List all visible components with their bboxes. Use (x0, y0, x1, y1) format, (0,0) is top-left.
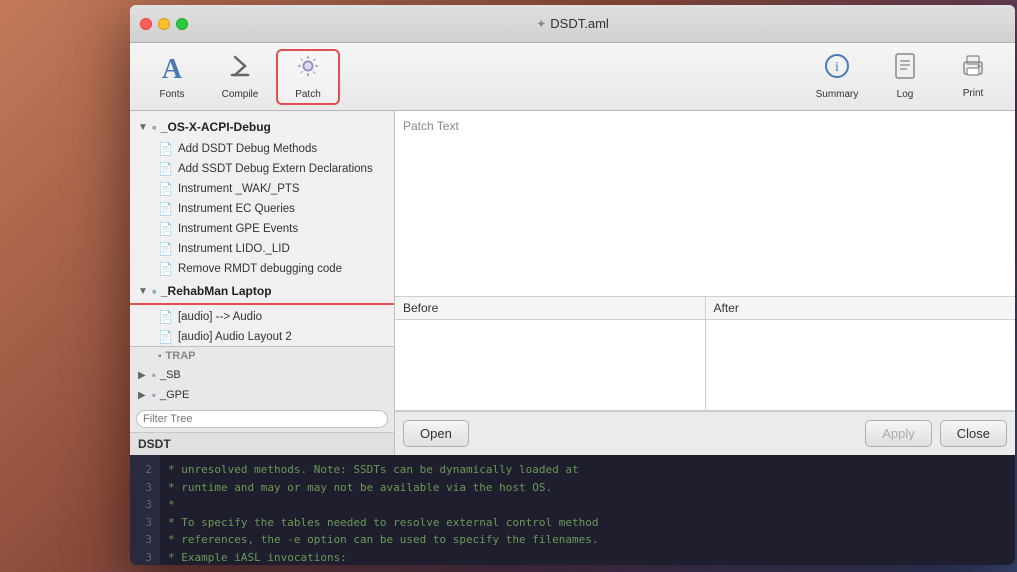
sidebar-bottom-row-gpe[interactable]: ▶ ▪ _GPE (130, 385, 394, 405)
filter-row (130, 405, 394, 433)
line-numbers: 2 3 3 3 3 3 3 (130, 455, 160, 565)
fonts-label: Fonts (159, 89, 184, 100)
window-title: ✦ DSDT.aml (536, 16, 609, 31)
sidebar-group-rehabman[interactable]: ▼ ▪ _RehabMan Laptop (130, 279, 394, 305)
list-item[interactable]: 📄 Instrument GPE Events (130, 219, 394, 239)
patch-text-area[interactable]: Patch Text (395, 111, 1015, 297)
patch-icon (295, 53, 321, 86)
code-line: * references, the -e option can be used … (168, 531, 1007, 549)
summary-icon: i (824, 53, 850, 86)
code-line: * To specify the tables needed to resolv… (168, 514, 1007, 532)
close-dialog-button[interactable]: Close (940, 420, 1007, 447)
traffic-lights (140, 18, 188, 30)
code-section: 2 3 3 3 3 3 3 * unresolved methods. Note… (130, 455, 1015, 565)
file-icon: 📄 (158, 142, 173, 156)
toolbar-print[interactable]: Print (941, 49, 1005, 105)
sidebar-footer: DSDT (130, 433, 394, 455)
file-icon: 📄 (158, 310, 173, 324)
print-icon (960, 54, 986, 85)
toolbar-patch[interactable]: Patch (276, 49, 340, 105)
list-item[interactable]: 📄 [audio] --> Audio (130, 307, 394, 327)
right-panel: Patch Text Before After Open Apply Close (395, 111, 1015, 455)
fonts-icon: A (162, 54, 182, 86)
trap-icon: ▪ (158, 351, 162, 362)
titlebar: ✦ DSDT.aml (130, 5, 1015, 43)
log-label: Log (897, 89, 914, 100)
summary-label: Summary (816, 89, 859, 100)
toolbar-fonts[interactable]: A Fonts (140, 49, 204, 105)
group-label-1: _OS-X-ACPI-Debug (161, 120, 271, 134)
file-icon: 📄 (158, 182, 173, 196)
sidebar-bottom: ▪ TRAP ▶ ▪ _SB ▶ ▪ _GPE DSDT (130, 346, 394, 455)
open-button[interactable]: Open (403, 420, 469, 447)
file-icon: 📄 (158, 202, 173, 216)
folder-icon-1: ▪ (152, 119, 157, 135)
sidebar-bottom-row-trap[interactable]: ▪ TRAP (130, 347, 394, 365)
code-line: * (168, 496, 1007, 514)
folder-icon-2: ▪ (152, 283, 157, 299)
toolbar-compile[interactable]: Compile (208, 49, 272, 105)
minimize-button[interactable] (158, 18, 170, 30)
before-after-content (395, 320, 1015, 410)
code-line: * unresolved methods. Note: SSDTs can be… (168, 461, 1007, 479)
patch-text-placeholder: Patch Text (403, 119, 459, 133)
sb-folder-icon: ▪ (152, 368, 156, 382)
toolbar-summary[interactable]: i Summary (805, 49, 869, 105)
toolbar-log[interactable]: Log (873, 49, 937, 105)
after-col-header: After (706, 297, 1016, 319)
file-icon: 📄 (158, 262, 173, 276)
list-item[interactable]: 📄 Instrument EC Queries (130, 199, 394, 219)
group-arrow-1: ▼ (138, 122, 148, 133)
gpe-arrow: ▶ (138, 390, 146, 401)
filter-input[interactable] (136, 410, 388, 428)
toolbar: A Fonts Compile (130, 43, 1015, 111)
file-icon: 📄 (158, 330, 173, 344)
before-col-header: Before (395, 297, 706, 319)
title-icon: ✦ (536, 17, 546, 31)
sidebar-group-acpi-debug[interactable]: ▼ ▪ _OS-X-ACPI-Debug (130, 115, 394, 139)
patch-label: Patch (295, 89, 321, 100)
gpe-folder-icon: ▪ (152, 388, 156, 402)
code-line: * runtime and may or may not be availabl… (168, 479, 1007, 497)
list-item[interactable]: 📄 [audio] Audio Layout 2 (130, 327, 394, 346)
group-label-2: _RehabMan Laptop (161, 284, 272, 298)
list-item[interactable]: 📄 Remove RMDT debugging code (130, 259, 394, 279)
list-item[interactable]: 📄 Add SSDT Debug Extern Declarations (130, 159, 394, 179)
file-icon: 📄 (158, 242, 173, 256)
sb-arrow: ▶ (138, 370, 146, 381)
code-line: * Example iASL invocations: (168, 549, 1007, 565)
sidebar-bottom-row-sb[interactable]: ▶ ▪ _SB (130, 365, 394, 385)
compile-icon (227, 53, 253, 86)
main-content: ▼ ▪ _OS-X-ACPI-Debug 📄 Add DSDT Debug Me… (130, 111, 1015, 455)
compile-label: Compile (222, 89, 259, 100)
sidebar-list: ▼ ▪ _OS-X-ACPI-Debug 📄 Add DSDT Debug Me… (130, 111, 394, 346)
list-item[interactable]: 📄 Add DSDT Debug Methods (130, 139, 394, 159)
main-window: ✦ DSDT.aml A Fonts Compile (130, 5, 1015, 565)
action-bar: Open Apply Close (395, 411, 1015, 455)
sidebar: ▼ ▪ _OS-X-ACPI-Debug 📄 Add DSDT Debug Me… (130, 111, 395, 455)
code-content: * unresolved methods. Note: SSDTs can be… (160, 455, 1015, 565)
before-content[interactable] (395, 320, 706, 410)
log-icon (894, 53, 916, 86)
svg-text:i: i (835, 60, 839, 75)
after-content[interactable] (706, 320, 1016, 410)
file-icon: 📄 (158, 162, 173, 176)
file-icon: 📄 (158, 222, 173, 236)
maximize-button[interactable] (176, 18, 188, 30)
apply-button[interactable]: Apply (865, 420, 932, 447)
print-label: Print (963, 88, 984, 99)
close-button[interactable] (140, 18, 152, 30)
list-item[interactable]: 📄 Instrument LIDO._LID (130, 239, 394, 259)
before-after-section: Before After (395, 297, 1015, 411)
group-arrow-2: ▼ (138, 286, 148, 297)
list-item[interactable]: 📄 Instrument _WAK/_PTS (130, 179, 394, 199)
before-after-header: Before After (395, 297, 1015, 320)
